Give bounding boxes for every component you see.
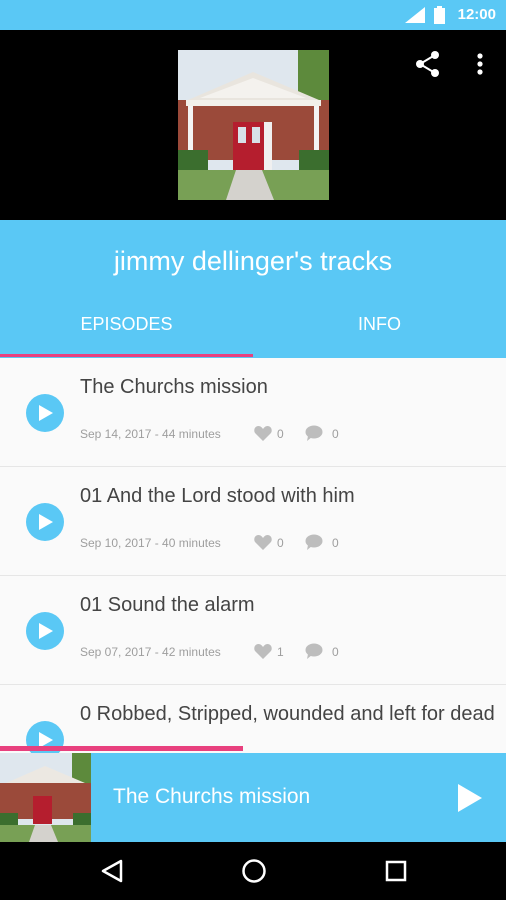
play-episode-button[interactable] xyxy=(26,612,64,650)
now-playing-thumbnail xyxy=(0,753,91,842)
status-time: 12:00 xyxy=(457,6,496,23)
like-count: 0 xyxy=(277,536,284,550)
home-icon[interactable] xyxy=(241,858,267,884)
episode-title: 01 And the Lord stood with him xyxy=(80,485,355,507)
tab-indicator xyxy=(0,354,253,357)
title-band: jimmy dellinger's tracks EPISODES INFO xyxy=(0,220,506,358)
system-nav-bar xyxy=(0,842,506,900)
recent-apps-icon[interactable] xyxy=(385,860,407,882)
play-icon[interactable] xyxy=(458,784,482,812)
episode-meta: Sep 10, 2017 - 40 minutes xyxy=(80,536,221,550)
like-count: 1 xyxy=(277,645,284,659)
cell-signal-icon xyxy=(405,7,425,23)
comment-count: 0 xyxy=(332,427,339,441)
comment-icon[interactable] xyxy=(305,643,323,659)
comment-count: 0 xyxy=(332,536,339,550)
share-icon[interactable] xyxy=(413,49,443,79)
tab-episodes[interactable]: EPISODES xyxy=(0,314,253,335)
now-playing-title: The Churchs mission xyxy=(113,785,311,808)
like-count: 0 xyxy=(277,427,284,441)
episode-meta: Sep 07, 2017 - 42 minutes xyxy=(80,645,221,659)
episode-row[interactable]: The Churchs mission Sep 14, 2017 - 44 mi… xyxy=(0,358,506,467)
tab-info[interactable]: INFO xyxy=(253,314,506,335)
play-episode-button[interactable] xyxy=(26,503,64,541)
podcast-header xyxy=(0,30,506,220)
back-icon[interactable] xyxy=(101,859,123,883)
episode-row[interactable]: 01 And the Lord stood with him Sep 10, 2… xyxy=(0,467,506,576)
heart-icon[interactable] xyxy=(254,534,272,550)
play-episode-button[interactable] xyxy=(26,394,64,432)
episode-title: 0 Robbed, Stripped, wounded and left for… xyxy=(80,703,495,725)
heart-icon[interactable] xyxy=(254,425,272,441)
episode-list[interactable]: The Churchs mission Sep 14, 2017 - 44 mi… xyxy=(0,358,506,753)
play-icon xyxy=(39,623,53,639)
episode-title: 01 Sound the alarm xyxy=(80,594,255,616)
battery-icon xyxy=(434,6,445,24)
episode-meta: Sep 14, 2017 - 44 minutes xyxy=(80,427,221,441)
playback-progress-fill xyxy=(0,746,243,751)
status-bar: 12:00 xyxy=(0,0,506,30)
heart-icon[interactable] xyxy=(254,643,272,659)
episode-row[interactable]: 0 Robbed, Stripped, wounded and left for… xyxy=(0,685,506,753)
mini-player[interactable]: The Churchs mission xyxy=(0,753,506,842)
play-icon xyxy=(39,514,53,530)
play-icon xyxy=(39,405,53,421)
podcast-title: jimmy dellinger's tracks xyxy=(113,246,393,276)
comment-icon[interactable] xyxy=(305,534,323,550)
episode-row[interactable]: 01 Sound the alarm Sep 07, 2017 - 42 min… xyxy=(0,576,506,685)
episode-title: The Churchs mission xyxy=(80,376,268,398)
podcast-cover-image xyxy=(178,50,329,200)
more-vert-icon[interactable] xyxy=(470,49,490,79)
comment-icon[interactable] xyxy=(305,425,323,441)
comment-count: 0 xyxy=(332,645,339,659)
